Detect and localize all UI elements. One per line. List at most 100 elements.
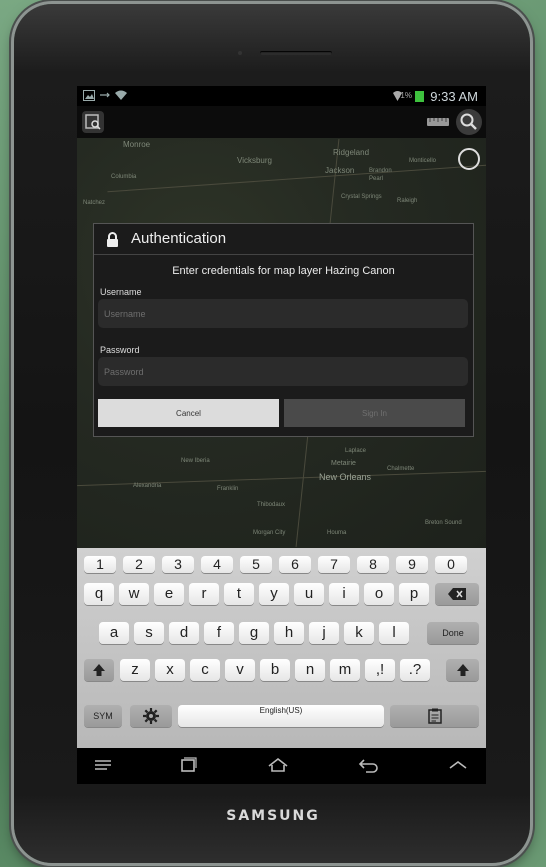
key-w[interactable]: w xyxy=(119,583,149,605)
sym-key[interactable]: SYM xyxy=(84,705,122,727)
action-bar xyxy=(77,106,486,138)
shift-key-right[interactable] xyxy=(446,659,479,681)
key-1[interactable]: 1 xyxy=(84,556,116,573)
key-o[interactable]: o xyxy=(364,583,394,605)
key-t[interactable]: t xyxy=(224,583,254,605)
shift-icon xyxy=(93,664,105,676)
image-notification-icon xyxy=(83,90,95,101)
space-key[interactable]: English(US) xyxy=(178,705,384,727)
key-2[interactable]: 2 xyxy=(123,556,155,573)
map-place: Crystal Springs xyxy=(341,194,382,200)
measure-button[interactable] xyxy=(426,111,450,133)
username-label: Username xyxy=(100,287,142,297)
map-place: Pearl xyxy=(369,176,384,182)
key-p[interactable]: p xyxy=(399,583,429,605)
search-button[interactable] xyxy=(456,109,482,135)
compass-icon[interactable] xyxy=(458,148,480,170)
settings-key[interactable] xyxy=(130,705,172,727)
authentication-dialog: Authentication Enter credentials for map… xyxy=(93,223,474,437)
key-m[interactable]: m xyxy=(330,659,360,681)
cancel-button[interactable]: Cancel xyxy=(98,399,279,427)
key-v[interactable]: v xyxy=(225,659,255,681)
key-c[interactable]: c xyxy=(190,659,220,681)
wifi-icon xyxy=(115,90,127,100)
map-home-button[interactable] xyxy=(82,111,104,133)
key-a[interactable]: a xyxy=(99,622,129,644)
key-x[interactable]: x xyxy=(155,659,185,681)
navigation-bar xyxy=(77,748,486,784)
key-8[interactable]: 8 xyxy=(357,556,389,573)
speaker-grille xyxy=(260,51,332,55)
search-icon xyxy=(460,113,477,130)
map-place: Laplace xyxy=(345,448,367,454)
key-s[interactable]: s xyxy=(134,622,164,644)
clipboard-icon xyxy=(427,708,442,724)
map-place: Raleigh xyxy=(397,198,418,204)
key-0[interactable]: 0 xyxy=(435,556,467,573)
key-e[interactable]: e xyxy=(154,583,184,605)
key-b[interactable]: b xyxy=(260,659,290,681)
map-place: Franklin xyxy=(217,486,239,492)
key-q[interactable]: q xyxy=(84,583,114,605)
map-place: Monroe xyxy=(123,140,151,149)
map-place: Thibodaux xyxy=(257,502,286,508)
dialog-message: Enter credentials for map layer Hazing C… xyxy=(172,265,395,277)
status-bar: 81% 9:33 AM xyxy=(77,86,486,106)
map-place: Breton Sound xyxy=(425,520,462,526)
map-place: Metairie xyxy=(331,460,356,467)
key-3[interactable]: 3 xyxy=(162,556,194,573)
key-g[interactable]: g xyxy=(239,622,269,644)
map-place: Houma xyxy=(327,530,347,536)
key-d[interactable]: d xyxy=(169,622,199,644)
key-l[interactable]: l xyxy=(379,622,409,644)
hide-keyboard-icon[interactable] xyxy=(447,757,469,773)
key-k[interactable]: k xyxy=(344,622,374,644)
battery-percent: 81% xyxy=(395,91,412,100)
map-place: Natchez xyxy=(83,200,106,206)
key-h[interactable]: h xyxy=(274,622,304,644)
map-place: Columbia xyxy=(111,174,137,180)
key-i[interactable]: i xyxy=(329,583,359,605)
key-6[interactable]: 6 xyxy=(279,556,311,573)
map-search-icon xyxy=(85,114,101,130)
map-place: New Iberia xyxy=(181,458,210,464)
menu-icon[interactable] xyxy=(93,757,115,773)
key-u[interactable]: u xyxy=(294,583,324,605)
dialog-header: Authentication xyxy=(94,224,473,255)
password-label: Password xyxy=(100,345,140,355)
key-5[interactable]: 5 xyxy=(240,556,272,573)
map-road xyxy=(107,164,486,193)
dialog-title: Authentication xyxy=(131,230,227,247)
key-9[interactable]: 9 xyxy=(396,556,428,573)
password-input[interactable] xyxy=(98,357,468,386)
recent-apps-icon[interactable] xyxy=(177,757,199,773)
shift-key-left[interactable] xyxy=(84,659,114,681)
done-key[interactable]: Done xyxy=(427,622,479,644)
key-j[interactable]: j xyxy=(309,622,339,644)
device-brand-logo: SAMSUNG xyxy=(226,808,320,824)
backspace-key[interactable] xyxy=(435,583,479,605)
key-z[interactable]: z xyxy=(120,659,150,681)
home-icon[interactable] xyxy=(267,757,289,773)
map-place: Jackson xyxy=(325,166,355,175)
username-input[interactable] xyxy=(98,299,468,328)
map-place: Morgan City xyxy=(253,530,286,536)
device-screen: 81% 9:33 AM Monroe Vicksburg Ridgeland J… xyxy=(77,86,486,784)
map-place: Monticello xyxy=(409,158,437,164)
clipboard-key[interactable] xyxy=(390,705,479,727)
map-place: Ridgeland xyxy=(333,148,370,157)
map-place: Alexandria xyxy=(133,483,162,489)
key-7[interactable]: 7 xyxy=(318,556,350,573)
sign-in-button[interactable]: Sign In xyxy=(284,399,465,427)
map-place: Brandon xyxy=(369,168,392,174)
key-f[interactable]: f xyxy=(204,622,234,644)
map-place: Vicksburg xyxy=(237,156,272,165)
key-comma[interactable]: ,! xyxy=(365,659,395,681)
key-r[interactable]: r xyxy=(189,583,219,605)
key-n[interactable]: n xyxy=(295,659,325,681)
key-y[interactable]: y xyxy=(259,583,289,605)
key-4[interactable]: 4 xyxy=(201,556,233,573)
back-icon[interactable] xyxy=(358,757,380,773)
key-period[interactable]: .? xyxy=(400,659,430,681)
lock-icon xyxy=(107,232,118,247)
